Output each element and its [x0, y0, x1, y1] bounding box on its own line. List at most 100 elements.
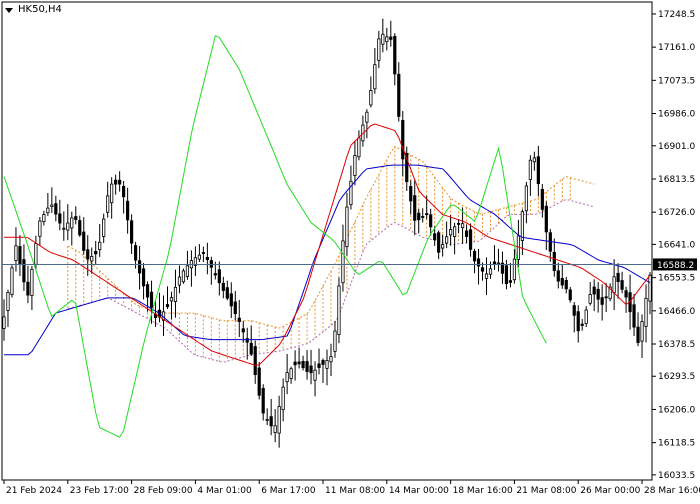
candle-body [437, 232, 441, 253]
candle-body [133, 245, 138, 261]
candle-body [30, 268, 34, 296]
x-tick-label: 28 Mar 16:00 [644, 486, 700, 496]
candle-body [149, 291, 154, 308]
candle-body [612, 276, 616, 294]
candle-body [86, 249, 90, 260]
candle-body [293, 361, 297, 366]
candle-body [169, 297, 174, 302]
candle-body [114, 179, 118, 185]
x-tick-label: 21 Mar 08:00 [516, 486, 576, 496]
candle-body [237, 317, 241, 323]
candle-body [90, 256, 94, 262]
candle-body [253, 346, 257, 376]
candle-body [648, 274, 652, 302]
candle-body [261, 388, 265, 414]
candle-body [560, 278, 564, 286]
candle-body [624, 290, 628, 298]
candle-body [572, 305, 576, 316]
candle-body [165, 304, 170, 308]
candle-body [273, 425, 277, 433]
chart-svg: 17248.5 17161.0 17073.5 16986.0 16901.0 16813… [1, 1, 700, 496]
candle-body [225, 287, 229, 299]
candle-body [373, 64, 377, 90]
candle-body [289, 368, 293, 379]
candle-body [6, 292, 10, 311]
candle-body [632, 304, 636, 328]
candle-body [480, 267, 485, 272]
candle-body [173, 286, 178, 302]
x-tick-label: 6 Mar 17:00 [261, 486, 316, 496]
x-tick-label: 23 Feb 17:00 [70, 486, 129, 496]
candle-body [137, 260, 142, 274]
candle-body [297, 361, 301, 365]
candle-body [341, 240, 345, 284]
candle-body [401, 120, 405, 160]
candle-body [544, 205, 548, 233]
candle-body [213, 273, 217, 276]
candle-body [520, 211, 524, 241]
candle-body [508, 280, 513, 283]
candle-body [185, 265, 190, 277]
candle-body [269, 416, 273, 427]
candle-body [464, 230, 469, 237]
candle-body [476, 258, 481, 267]
candle-body [285, 372, 289, 383]
y-tick-label: 16813.5 [658, 175, 695, 185]
candle-body [46, 207, 50, 214]
candle-body [425, 213, 429, 216]
candle-body [22, 259, 26, 283]
candle-body [528, 159, 532, 180]
x-tick-label: 26 Mar 00:00 [580, 486, 640, 496]
y-tick-label: 16293.5 [658, 372, 695, 382]
candle-body [309, 365, 313, 374]
candle-body [644, 297, 648, 327]
candle-body [62, 227, 66, 230]
candle-body [145, 284, 150, 298]
candle-body [130, 220, 134, 244]
candle-body [453, 226, 457, 237]
x-tick-label: 18 Mar 16:00 [453, 486, 513, 496]
candle-body [241, 328, 245, 333]
y-tick-label: 16553.5 [658, 274, 695, 284]
candle-body [58, 213, 62, 224]
candle-body [66, 222, 70, 231]
candle-body [102, 218, 106, 237]
candle-body [640, 321, 644, 342]
candle-body [468, 229, 473, 250]
candle-body [556, 270, 560, 282]
candle-body [98, 241, 102, 250]
candle-body [14, 245, 18, 261]
candle-body [337, 285, 341, 336]
candle-body [429, 214, 433, 228]
candle-body [604, 296, 608, 299]
candle-body [106, 195, 110, 213]
candle-body [277, 406, 281, 434]
candle-body [317, 363, 321, 368]
y-tick-label: 16986.0 [658, 110, 695, 120]
candle-body [42, 214, 46, 223]
candle-body [552, 251, 556, 271]
candle-body [584, 309, 588, 324]
candle-body [54, 203, 58, 215]
candle-body [353, 155, 357, 176]
candle-body [26, 281, 30, 296]
candle-body [233, 301, 237, 315]
candle-body [588, 294, 592, 304]
y-tick-label: 16118.5 [658, 439, 695, 449]
x-tick-label: 4 Mar 01:00 [197, 486, 252, 496]
candle-body [221, 282, 225, 291]
y-tick-label: 16466.0 [658, 307, 695, 317]
candle-body [488, 268, 493, 275]
candle-body [2, 316, 6, 329]
candle-body [197, 254, 201, 260]
candle-body [409, 186, 413, 202]
candle-body [265, 419, 269, 421]
x-tick-label: 28 Feb 09:00 [134, 486, 193, 496]
candle-body [564, 279, 568, 290]
candle-body [329, 356, 333, 363]
candle-body [74, 216, 78, 220]
candle-body [596, 288, 600, 300]
candle-body [421, 216, 425, 218]
symbol-dropdown-icon[interactable] [5, 8, 13, 13]
candle-body [592, 286, 596, 295]
